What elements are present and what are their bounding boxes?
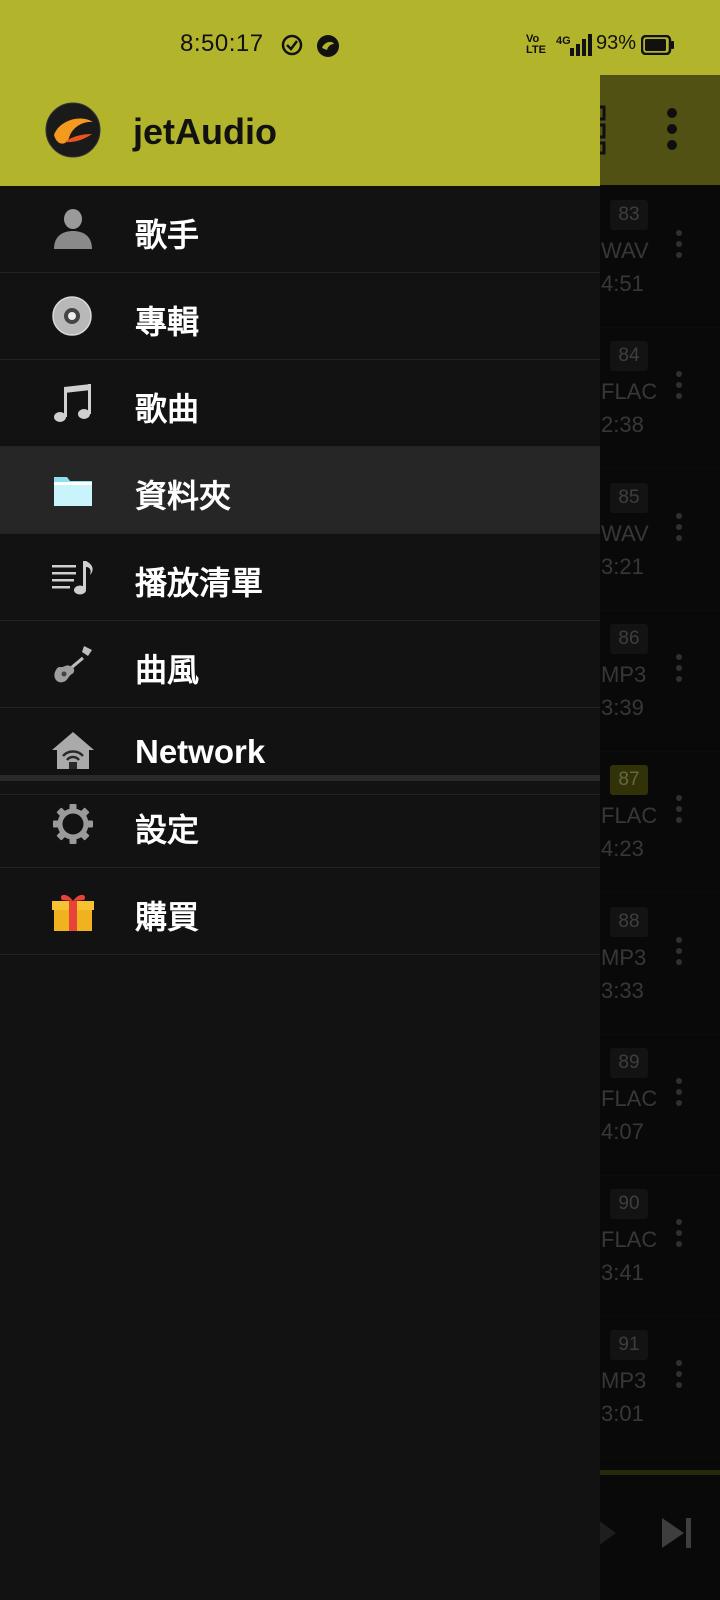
- volte-indicator: Vo LTE: [526, 33, 546, 56]
- status-bar: 8:50:17 Vo LTE 4G 93%: [0, 0, 720, 75]
- battery-icon: [641, 35, 674, 55]
- menu-item-settings[interactable]: 設定: [0, 781, 600, 868]
- menu-item-purchase[interactable]: 購買: [0, 868, 600, 955]
- network-type-text: 4G: [556, 35, 571, 47]
- artist-icon: [54, 209, 92, 249]
- jetaudio-logo-icon: [45, 102, 101, 158]
- menu-item-label: 購買: [135, 898, 200, 936]
- guitar-icon: [54, 646, 92, 683]
- gear-icon: [53, 804, 93, 844]
- playlist-icon: [52, 561, 93, 595]
- gift-icon: [52, 894, 94, 931]
- menu-item-label: 歌手: [135, 216, 200, 254]
- app-title: jetAudio: [133, 111, 277, 152]
- menu-item-label: 資料夾: [135, 477, 232, 515]
- menu-item-label: Network: [135, 733, 266, 770]
- signal-strength-icon: 4G: [556, 34, 592, 56]
- primary-menu: 歌手 專輯 歌曲 資料夾 播放清單 曲風 Network: [0, 186, 600, 795]
- status-time: 8:50:17: [180, 30, 264, 57]
- menu-item-label: 設定: [135, 811, 200, 849]
- home-network-icon: [52, 732, 94, 769]
- app-notification-icon: [317, 35, 339, 57]
- drawer-header: jetAudio: [0, 75, 600, 186]
- menu-item-albums[interactable]: 專輯: [0, 273, 600, 360]
- battery-percent: 93%: [596, 32, 637, 54]
- check-circle-icon: [281, 34, 303, 56]
- menu-item-label: 播放清單: [135, 564, 264, 602]
- menu-item-label: 歌曲: [135, 390, 200, 428]
- menu-item-folders[interactable]: 資料夾: [0, 447, 600, 534]
- menu-item-songs[interactable]: 歌曲: [0, 360, 600, 447]
- menu-item-label: 專輯: [135, 303, 200, 341]
- secondary-menu: 設定 購買: [0, 781, 600, 955]
- menu-item-artists[interactable]: 歌手: [0, 186, 600, 273]
- menu-item-label: 曲風: [135, 651, 200, 689]
- folder-icon: [54, 477, 92, 506]
- navigation-drawer: jetAudio 歌手 專輯 歌曲 資料夾 播放清單 曲風 Network 設定…: [0, 75, 600, 1600]
- menu-item-genres[interactable]: 曲風: [0, 621, 600, 708]
- menu-item-playlists[interactable]: 播放清單: [0, 534, 600, 621]
- album-icon: [52, 296, 92, 336]
- music-note-icon: [54, 384, 91, 422]
